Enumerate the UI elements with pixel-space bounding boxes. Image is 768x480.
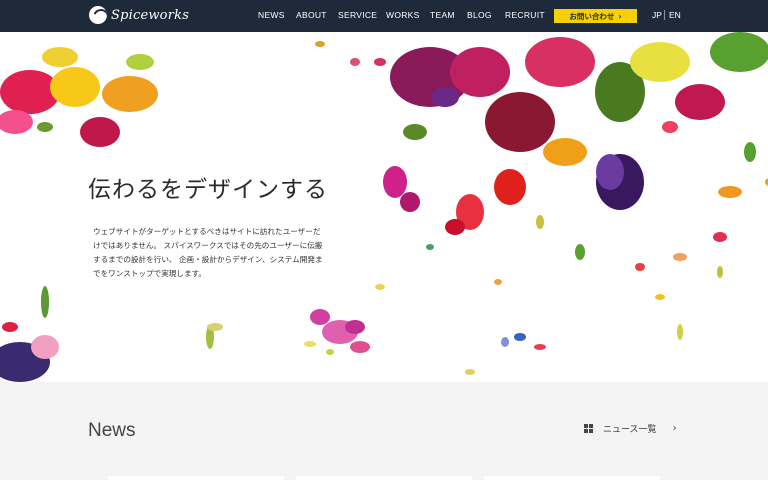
chevron-right-icon: › — [618, 11, 622, 21]
news-list-link[interactable]: ニュース一覧 › — [584, 422, 677, 435]
flower-petals-illustration — [0, 32, 768, 382]
logo-mark-icon — [89, 6, 107, 24]
hero-title: 伝わるをデザインする — [88, 177, 328, 203]
news-card[interactable] — [484, 476, 660, 480]
hero-description-line: するまでの設計を行い、 企画・設計からデザイン、システム開発ま — [93, 255, 323, 264]
nav-works[interactable]: WORKS — [386, 10, 420, 20]
nav-news[interactable]: NEWS — [258, 10, 285, 20]
hero-section: 伝わるをデザインする ウェブサイトがターゲットとするべきはサイトに訪れたユーザー… — [0, 32, 768, 382]
hero-description-line: ウェブサイトがターゲットとするべきはサイトに訪れたユーザーだ — [93, 227, 321, 236]
grid-icon — [584, 424, 593, 433]
news-card[interactable] — [108, 476, 284, 480]
chevron-right-icon: › — [672, 423, 677, 434]
nav-team[interactable]: TEAM — [430, 10, 455, 20]
contact-button-label: お問い合わせ — [569, 11, 615, 21]
flower-cluster-top-right — [315, 32, 768, 350]
hero-description: ウェブサイトがターゲットとするべきはサイトに訪れたユーザーだ けではありません。… — [93, 225, 355, 281]
logo[interactable]: Spiceworks — [89, 6, 189, 24]
hero-description-line: けではありません。 スパイスワークスではその先のユーザーに伝搬 — [93, 241, 323, 250]
nav-service[interactable]: SERVICE — [338, 10, 377, 20]
news-section: News ニュース一覧 › — [0, 382, 768, 480]
lang-en-link[interactable]: EN — [669, 10, 681, 20]
flower-cluster-top-left — [0, 47, 158, 147]
site-header: Spiceworks NEWS ABOUT SERVICE WORKS TEAM… — [0, 0, 768, 32]
news-heading: News — [88, 420, 136, 441]
nav-blog[interactable]: BLOG — [467, 10, 492, 20]
lang-jp-link[interactable]: JP — [652, 10, 662, 20]
hero-description-line: でをワンストップで実現します。 — [93, 269, 206, 278]
news-list-label: ニュース一覧 — [603, 425, 657, 435]
flower-cluster-bottom-middle — [304, 309, 475, 375]
contact-button[interactable]: お問い合わせ › — [554, 9, 637, 23]
nav-about[interactable]: ABOUT — [296, 10, 327, 20]
nav-recruit[interactable]: RECRUIT — [505, 10, 545, 20]
lang-divider — [664, 10, 665, 20]
logo-text: Spiceworks — [111, 7, 190, 23]
news-card[interactable] — [296, 476, 472, 480]
flower-cluster-bottom-left — [0, 286, 223, 382]
